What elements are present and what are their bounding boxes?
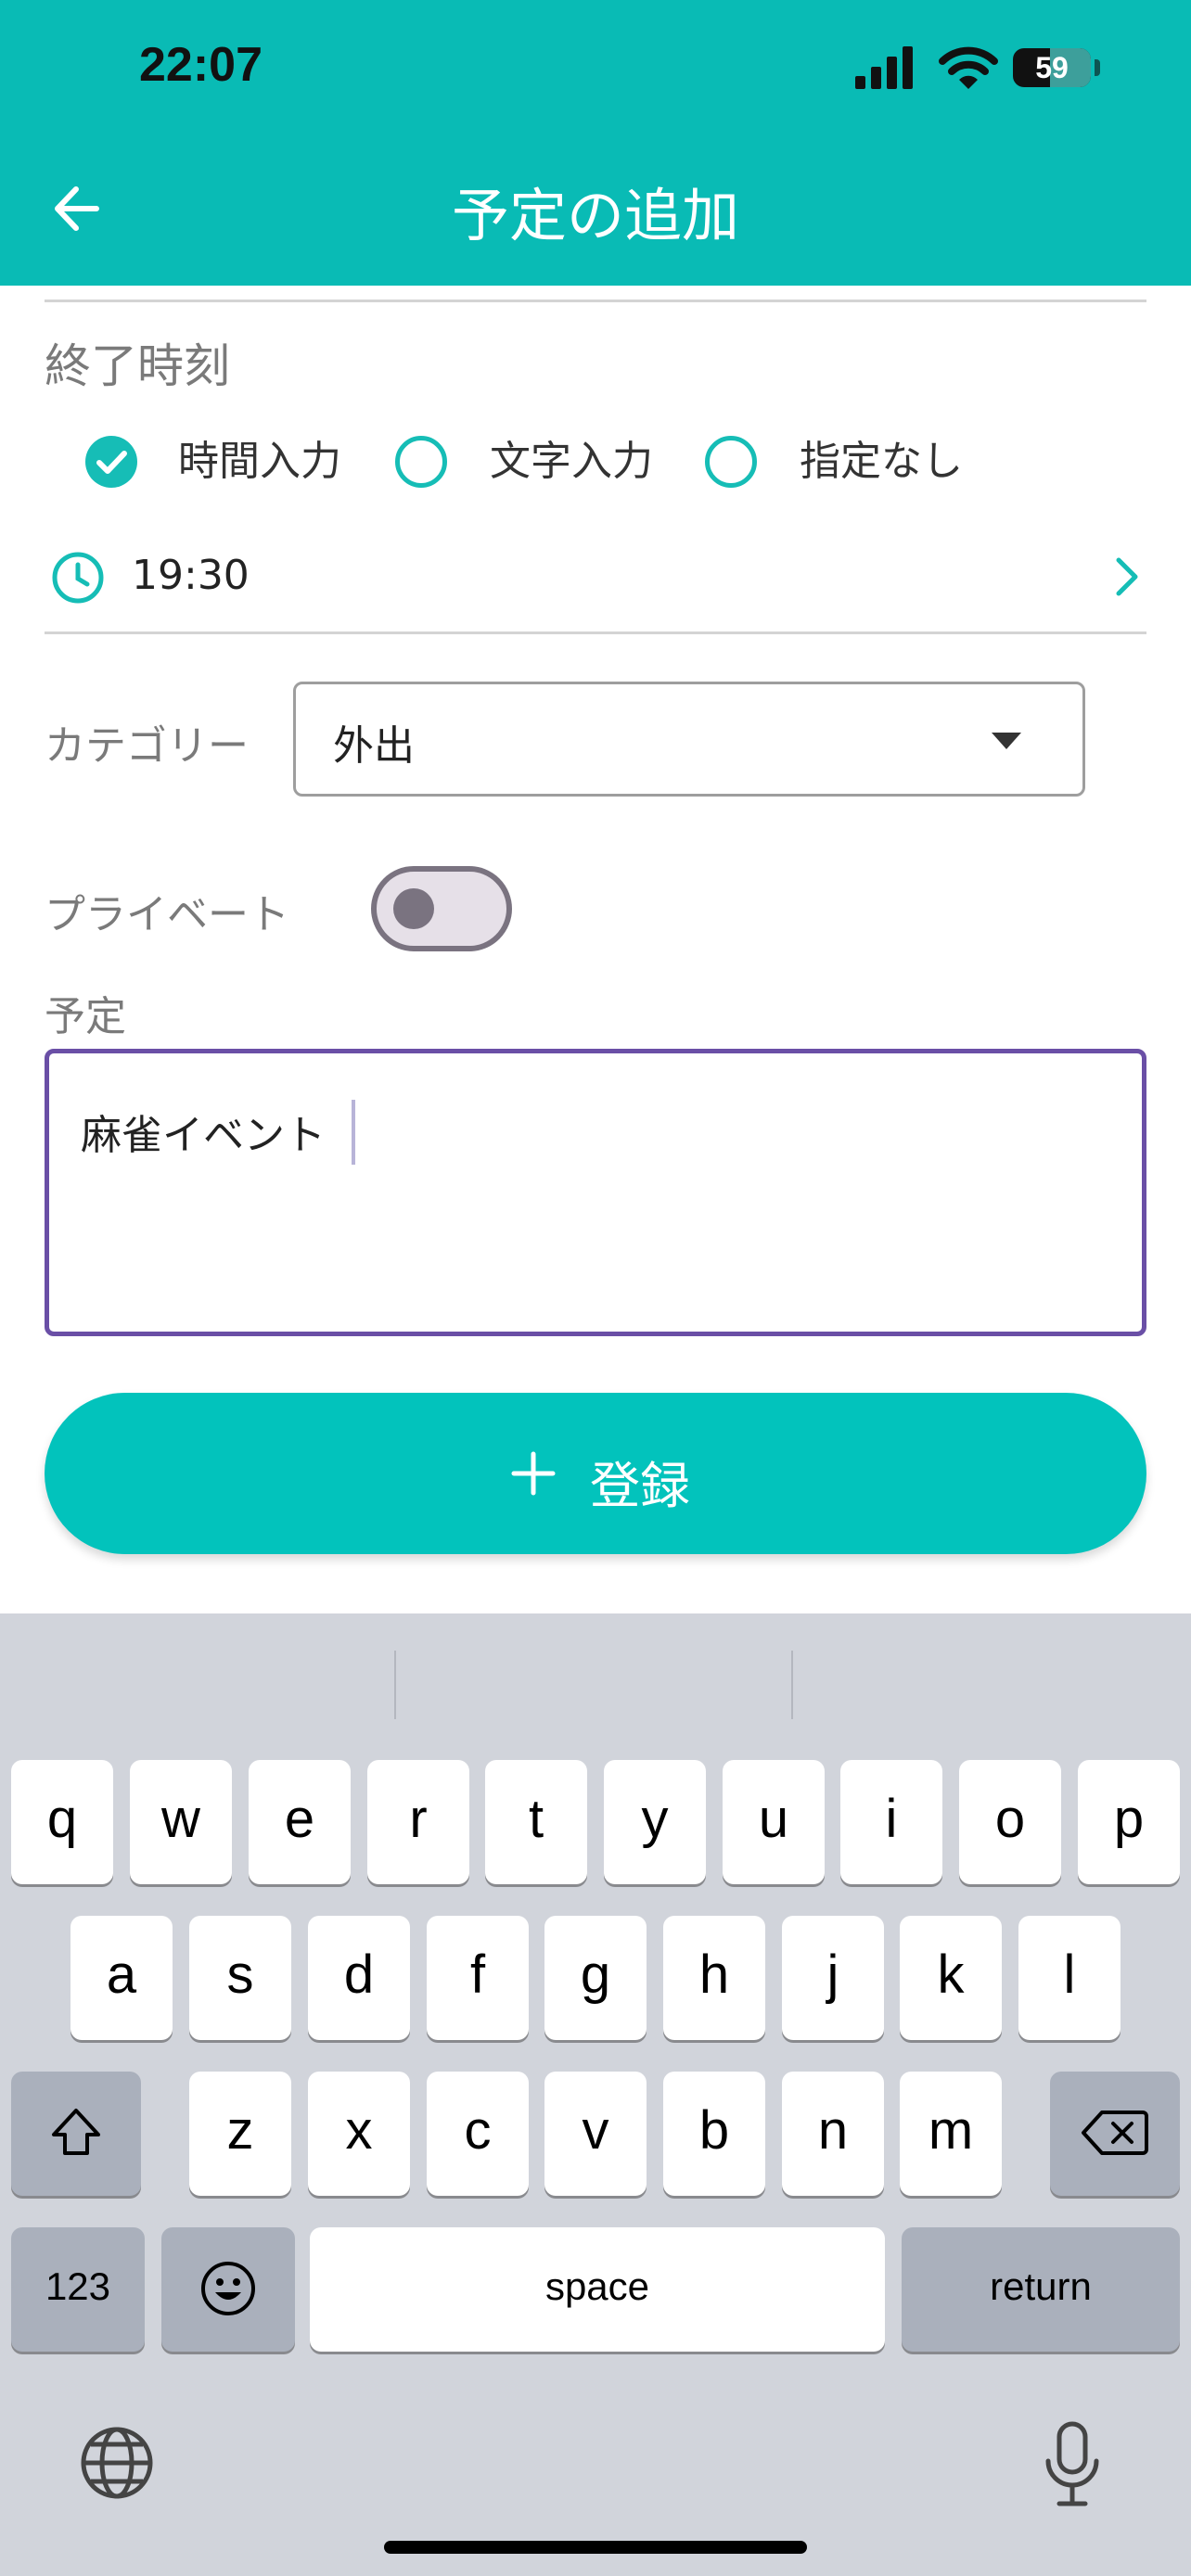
key-z[interactable]: z xyxy=(189,2072,291,2196)
radio-text-input[interactable] xyxy=(395,436,447,488)
radio-label-unspecified: 指定なし xyxy=(800,438,963,485)
category-value: 外出 xyxy=(333,722,415,770)
battery-icon: 59 xyxy=(1013,48,1091,87)
category-label: カテゴリー xyxy=(45,722,249,770)
globe-icon[interactable] xyxy=(78,2424,156,2502)
end-time-label: 終了時刻 xyxy=(45,339,230,393)
key-c[interactable]: c xyxy=(427,2072,529,2196)
key-w[interactable]: w xyxy=(130,1760,232,1884)
key-n[interactable]: n xyxy=(782,2072,884,2196)
check-icon xyxy=(96,451,127,474)
key-l[interactable]: l xyxy=(1018,1916,1121,2040)
dropdown-arrow-icon xyxy=(992,733,1021,749)
toggle-knob xyxy=(393,888,434,929)
battery-level: 59 xyxy=(1035,51,1069,84)
home-indicator xyxy=(384,2541,807,2554)
key-m[interactable]: m xyxy=(900,2072,1002,2196)
chevron-right-icon[interactable] xyxy=(1109,555,1143,599)
schedule-text: 麻雀イベント xyxy=(81,1112,326,1159)
radio-label-text-input: 文字入力 xyxy=(490,438,653,485)
key-p[interactable]: p xyxy=(1078,1760,1180,1884)
return-key[interactable]: return xyxy=(902,2227,1180,2352)
text-caret xyxy=(352,1100,355,1165)
key-j[interactable]: j xyxy=(782,1916,884,2040)
schedule-textarea[interactable]: 麻雀イベント xyxy=(45,1049,1146,1336)
schedule-label: 予定 xyxy=(45,993,126,1040)
key-x[interactable]: x xyxy=(308,2072,410,2196)
key-d[interactable]: d xyxy=(308,1916,410,2040)
key-h[interactable]: h xyxy=(663,1916,765,2040)
register-button[interactable]: 登録 xyxy=(45,1393,1146,1554)
divider xyxy=(45,300,1146,302)
emoji-key[interactable] xyxy=(161,2227,295,2352)
battery-cap xyxy=(1095,59,1100,76)
microphone-icon[interactable] xyxy=(1041,2420,1104,2509)
key-u[interactable]: u xyxy=(723,1760,825,1884)
key-o[interactable]: o xyxy=(959,1760,1061,1884)
radio-time-input[interactable] xyxy=(85,436,137,488)
shift-key[interactable] xyxy=(11,2072,141,2196)
clock-icon xyxy=(52,552,104,604)
key-s[interactable]: s xyxy=(189,1916,291,2040)
private-label: プライベート xyxy=(45,891,289,938)
register-label: 登録 xyxy=(590,1457,690,1515)
cellular-signal-icon xyxy=(855,46,913,89)
suggestion-divider xyxy=(394,1651,396,1719)
key-t[interactable]: t xyxy=(485,1760,587,1884)
key-g[interactable]: g xyxy=(544,1916,647,2040)
key-y[interactable]: y xyxy=(604,1760,706,1884)
key-e[interactable]: e xyxy=(249,1760,351,1884)
end-time-value[interactable]: 19:30 xyxy=(132,550,250,602)
category-dropdown[interactable]: 外出 xyxy=(293,682,1085,797)
key-v[interactable]: v xyxy=(544,2072,647,2196)
key-r[interactable]: r xyxy=(367,1760,469,1884)
radio-label-time-input: 時間入力 xyxy=(178,438,341,485)
emoji-icon xyxy=(201,2262,255,2315)
page-title: 予定の追加 xyxy=(451,182,739,249)
numbers-key[interactable]: 123 xyxy=(11,2227,145,2352)
key-a[interactable]: a xyxy=(70,1916,173,2040)
suggestion-divider xyxy=(791,1651,793,1719)
key-f[interactable]: f xyxy=(427,1916,529,2040)
delete-key[interactable] xyxy=(1050,2072,1180,2196)
keyboard: q w e r t y u i o p a s d f g h j k l z … xyxy=(0,1613,1191,2576)
wifi-icon xyxy=(939,46,998,89)
radio-unspecified[interactable] xyxy=(705,436,757,488)
shift-icon xyxy=(52,2109,100,2155)
key-q[interactable]: q xyxy=(11,1760,113,1884)
divider xyxy=(45,631,1146,634)
key-b[interactable]: b xyxy=(663,2072,765,2196)
key-k[interactable]: k xyxy=(900,1916,1002,2040)
status-time: 22:07 xyxy=(139,38,263,92)
private-toggle[interactable] xyxy=(371,866,512,951)
plus-icon xyxy=(511,1451,556,1496)
backspace-icon xyxy=(1082,2111,1148,2155)
key-i[interactable]: i xyxy=(840,1760,942,1884)
space-key[interactable]: space xyxy=(310,2227,885,2352)
